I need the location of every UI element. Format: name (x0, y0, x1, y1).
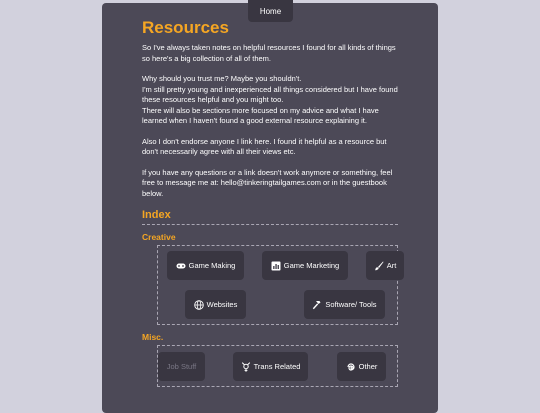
game-marketing-label: Game Marketing (283, 261, 340, 270)
job-stuff-label: Job Stuff (166, 362, 197, 371)
intro-line: I'm still pretty young and inexperienced… (142, 84, 398, 105)
transgender-icon (241, 361, 251, 372)
intro-paragraph-2: Why should you trust me? Maybe you shoul… (142, 74, 398, 127)
software-tools-label: Software/ Tools (325, 300, 377, 309)
art-button[interactable]: Art (366, 251, 404, 280)
hammer-icon (312, 300, 322, 310)
brush-icon (374, 261, 384, 271)
intro-paragraph-4: If you have any questions or a link does… (142, 168, 398, 200)
job-stuff-button[interactable]: Job Stuff (158, 352, 205, 381)
globe-icon (193, 299, 204, 310)
intro-paragraph-3: Also I don't endorse anyone I link here.… (142, 137, 398, 158)
main-content: Resources So I've always taken notes on … (142, 17, 404, 387)
websites-label: Websites (206, 300, 238, 309)
other-label: Other (358, 362, 378, 371)
game-making-label: Game Making (188, 261, 236, 270)
page-title: Resources (142, 18, 229, 37)
intro-line: Why should you trust me? Maybe you shoul… (142, 74, 302, 83)
intro-line: If you have any questions or a link does… (142, 167, 393, 198)
creative-links-box: Game Making Game Marketing Art Websites … (157, 245, 404, 325)
gamepad-icon (176, 261, 186, 271)
game-marketing-button[interactable]: Game Marketing (262, 251, 348, 280)
trans-related-button[interactable]: Trans Related (233, 352, 308, 381)
misc-links-box: Job Stuff Trans Related Other (157, 345, 398, 387)
swirl-icon (346, 362, 356, 372)
intro-paragraph-1: So I've always taken notes on helpful re… (142, 43, 398, 64)
bar-chart-icon (271, 261, 281, 271)
misc-heading: Misc. (142, 332, 164, 342)
intro-line: Also I don't endorse anyone I link here.… (142, 136, 387, 157)
game-making-button[interactable]: Game Making (167, 251, 244, 280)
creative-heading: Creative (142, 232, 176, 242)
trans-related-label: Trans Related (253, 362, 301, 371)
index-heading: Index (142, 209, 398, 225)
intro-line: There will also be sections more focused… (142, 105, 379, 126)
websites-button[interactable]: Websites (185, 290, 246, 319)
intro-line: So I've always taken notes on helpful re… (142, 43, 396, 63)
other-button[interactable]: Other (337, 352, 386, 381)
software-tools-button[interactable]: Software/ Tools (304, 290, 385, 319)
art-label: Art (386, 261, 397, 270)
